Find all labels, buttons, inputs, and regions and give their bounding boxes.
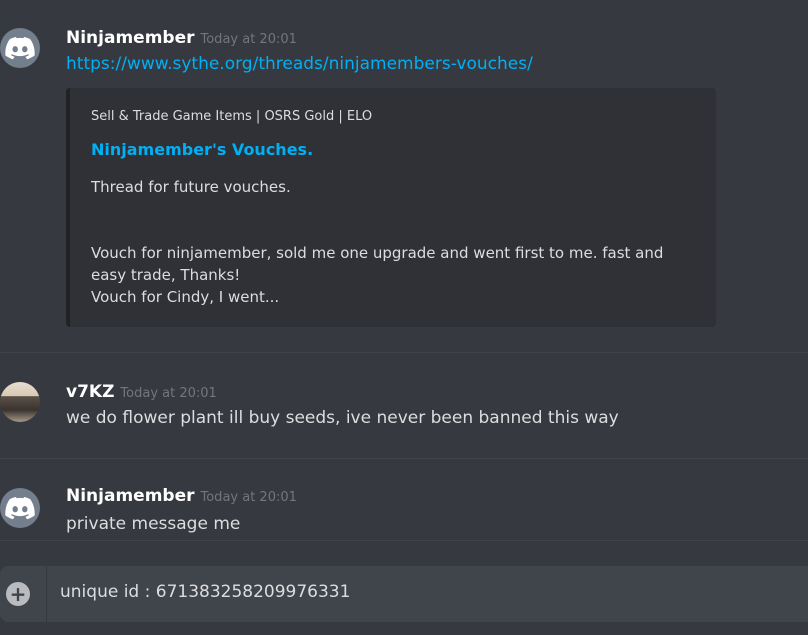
embed-provider: Sell & Trade Game Items | OSRS Gold | EL… [91,109,373,124]
message-divider [0,540,808,541]
embed-description: Thread for future vouches. Vouch for nin… [91,176,701,308]
message-author[interactable]: Ninjamember Today at 20:01 [66,486,297,506]
chat-pane: Ninjamember Today at 20:01 https://www.sy… [0,0,808,635]
message-author[interactable]: v7KZ Today at 20:01 [66,382,217,402]
message-text: private message me [66,514,241,534]
embed-description-line: Thread for future vouches. [91,178,291,196]
embed-description-line: Vouch for Cindy, I went... [91,288,280,306]
message-timestamp: Today at 20:01 [200,490,297,505]
embed-title[interactable]: Ninjamember's Vouches. [91,140,313,159]
avatar[interactable] [0,382,40,422]
discord-logo-icon [5,37,35,60]
message-timestamp: Today at 20:01 [200,32,297,47]
author-name[interactable]: Ninjamember [66,28,195,48]
composer-separator [46,566,47,622]
thread-link[interactable]: https://www.sythe.org/threads/ninjamembe… [66,54,533,74]
message-link-line: https://www.sythe.org/threads/ninjamembe… [66,54,533,74]
message-divider [0,458,808,459]
avatar[interactable] [0,488,40,528]
message-text: we do flower plant ill buy seeds, ive ne… [66,408,619,428]
author-name[interactable]: v7KZ [66,382,114,402]
message-author[interactable]: Ninjamember Today at 20:01 [66,28,297,48]
message-input[interactable]: unique id : 671383258209976331 [60,582,350,602]
avatar[interactable] [0,28,40,68]
plus-circle-icon[interactable]: + [6,582,30,606]
link-embed: Sell & Trade Game Items | OSRS Gold | EL… [66,88,716,327]
message-composer: + unique id : 671383258209976331 [0,566,808,622]
discord-logo-icon [5,497,35,520]
embed-description-line: Vouch for ninjamember, sold me one upgra… [91,244,664,284]
message-divider [0,352,808,353]
message-timestamp: Today at 20:01 [120,386,217,401]
author-name[interactable]: Ninjamember [66,486,195,506]
